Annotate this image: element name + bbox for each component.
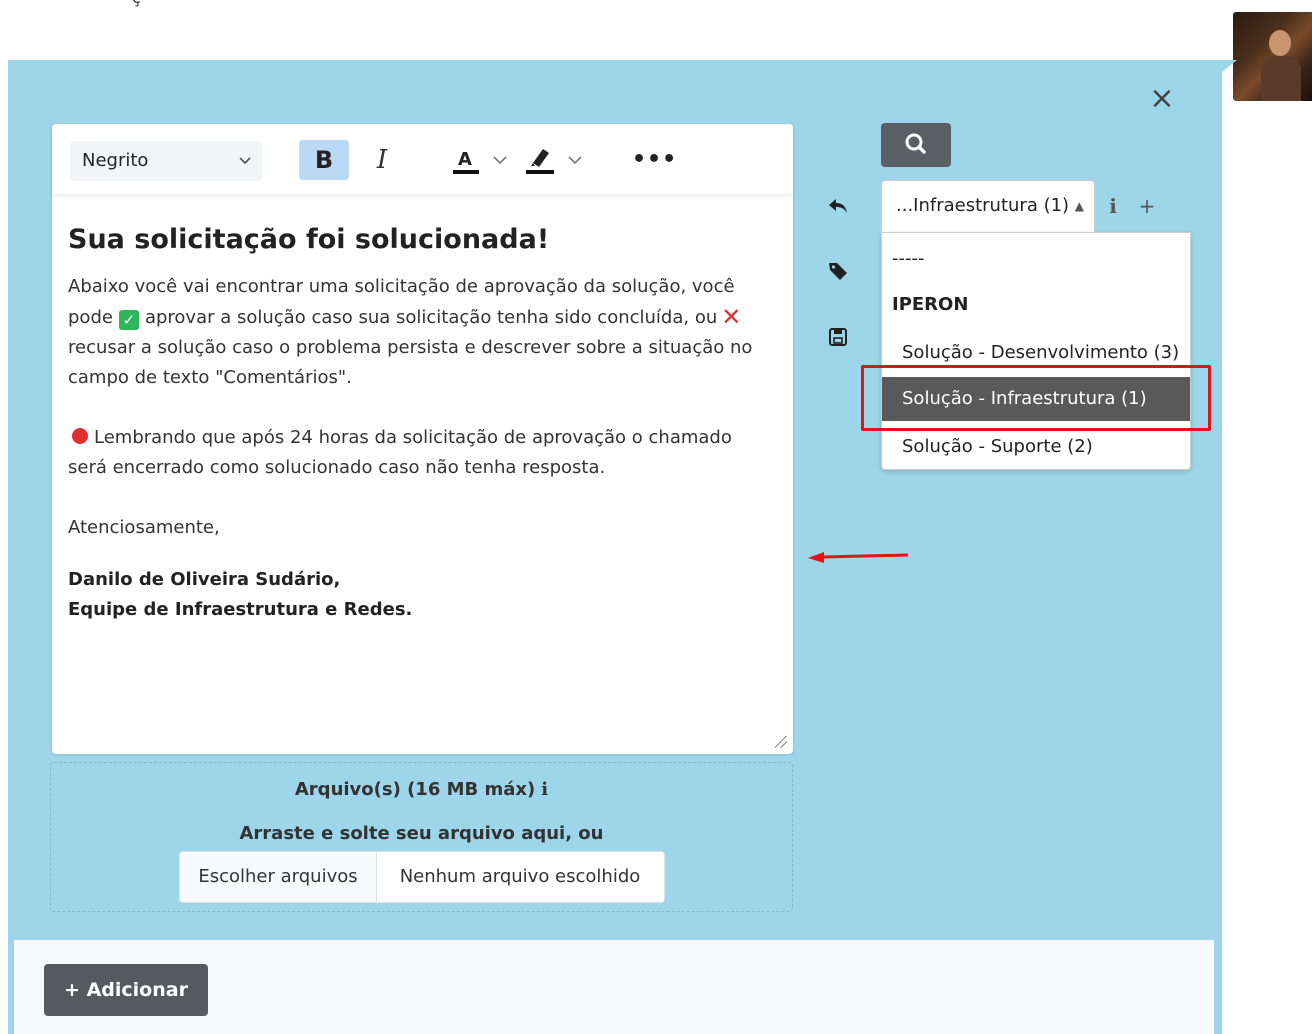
add-template-button[interactable]: + xyxy=(1131,180,1163,232)
template-select-group: ...Infraestrutura (1) ▲ i + xyxy=(877,176,1167,232)
add-button[interactable]: + Adicionar xyxy=(44,964,208,1016)
user-avatar[interactable] xyxy=(1233,12,1312,101)
template-select[interactable]: ...Infraestrutura (1) ▲ xyxy=(881,180,1095,232)
red-circle-icon xyxy=(72,428,88,444)
text-style-select[interactable]: Negrito xyxy=(70,141,262,181)
text-style-value: Negrito xyxy=(82,150,149,171)
dropdown-option[interactable]: Solução - Suporte (2) xyxy=(882,425,1190,469)
dropdown-option-blank[interactable]: ----- xyxy=(882,237,1190,281)
arrow-left-icon xyxy=(808,552,909,563)
template-select-value: ...Infraestrutura (1) xyxy=(896,195,1070,216)
rich-text-editor[interactable]: Negrito B I A ••• Sua solicitação foi so… xyxy=(52,124,793,754)
resize-handle[interactable] xyxy=(775,736,787,748)
highlight-button[interactable] xyxy=(520,140,560,180)
drop-text: Arraste e solte seu arquivo aqui, ou xyxy=(239,823,604,844)
annotation-highlight-box xyxy=(861,365,1211,431)
chevron-down-icon[interactable] xyxy=(492,140,508,180)
message-heading: Sua solicitação foi solucionada! xyxy=(68,224,550,255)
dropdown-group-label: IPERON xyxy=(892,294,969,315)
caret-up-icon: ▲ xyxy=(1074,199,1084,213)
more-options-button[interactable]: ••• xyxy=(632,140,676,180)
signature-name: Danilo de Oliveira Sudário, xyxy=(68,569,341,590)
close-icon[interactable]: × xyxy=(1148,84,1176,116)
chevron-down-icon xyxy=(238,141,252,196)
signature-team: Equipe de Infraestrutura e Redes. xyxy=(68,599,413,620)
italic-button[interactable]: I xyxy=(362,140,402,180)
editor-toolbar: Negrito B I A ••• xyxy=(52,124,793,194)
chevron-down-icon[interactable] xyxy=(567,140,583,180)
template-dropdown: ----- IPERON Solução - Desenvolvimento (… xyxy=(881,232,1191,470)
top-text-fragment: ç xyxy=(132,0,141,7)
tag-icon[interactable] xyxy=(826,259,850,283)
save-icon[interactable] xyxy=(826,325,850,349)
choose-files-button[interactable]: Escolher arquivos xyxy=(180,852,377,902)
file-input[interactable]: Escolher arquivos Nenhum arquivo escolhi… xyxy=(179,851,665,903)
highlight-color-bar xyxy=(526,170,554,174)
search-button[interactable] xyxy=(881,123,951,167)
font-color-bar xyxy=(453,170,479,174)
highlighter-icon xyxy=(531,149,549,167)
info-icon[interactable]: i xyxy=(541,779,548,800)
cross-mark-icon: ✕ xyxy=(721,303,742,331)
message-paragraph-2: Lembrando que após 24 horas da solicitaç… xyxy=(68,427,732,478)
font-color-letter: A xyxy=(458,149,472,170)
template-info-icon[interactable]: i xyxy=(1097,180,1129,232)
file-upload-area[interactable]: Arquivo(s) (16 MB máx) i Arraste e solte … xyxy=(50,762,793,912)
search-icon xyxy=(905,133,926,154)
message-closing: Atenciosamente, xyxy=(68,517,220,538)
no-file-label: Nenhum arquivo escolhido xyxy=(399,866,641,887)
font-color-button[interactable]: A xyxy=(445,140,485,180)
editor-content[interactable]: Sua solicitação foi solucionada! Abaixo … xyxy=(68,220,768,625)
check-mark-icon: ✓ xyxy=(118,310,139,330)
reply-icon[interactable] xyxy=(826,194,850,218)
bold-button[interactable]: B xyxy=(299,140,349,180)
message-paragraph-1: Abaixo você vai encontrar uma solicitaçã… xyxy=(68,276,753,388)
upload-title: Arquivo(s) (16 MB máx) i xyxy=(294,779,549,800)
